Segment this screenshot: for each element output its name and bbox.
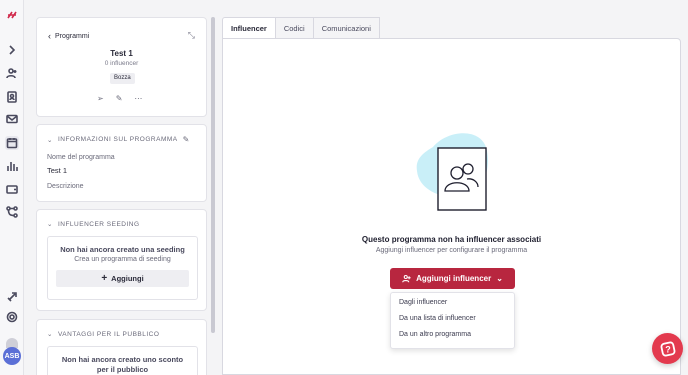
influencer-count: 0 influencer bbox=[104, 60, 139, 67]
add-influencer-button[interactable]: Aggiungi influencer ⌄ bbox=[390, 268, 515, 289]
contacts-icon[interactable] bbox=[5, 90, 19, 104]
seeding-section-card: ⌄ INFLUENCER SEEDING Non hai ancora crea… bbox=[36, 209, 207, 311]
description-field-label: Descrizione bbox=[47, 183, 84, 190]
add-influencer-menu: Dagli influencer Da una lista di influen… bbox=[390, 292, 515, 349]
benefits-section-card: ⌄ VANTAGGI PER IL PUBBLICO Non hai ancor… bbox=[36, 319, 207, 375]
add-seeding-button[interactable]: + Aggiungi bbox=[56, 270, 189, 287]
send-icon[interactable]: ➢ bbox=[97, 94, 104, 103]
chevron-right-icon[interactable] bbox=[5, 43, 19, 57]
benefits-section-title: VANTAGGI PER IL PUBBLICO bbox=[57, 330, 160, 338]
edit-icon[interactable]: ✎ bbox=[183, 135, 190, 144]
add-seeding-label: Aggiungi bbox=[111, 274, 144, 283]
chevron-down-icon: ⌄ bbox=[47, 136, 53, 144]
seeding-section-title: INFLUENCER SEEDING bbox=[57, 220, 140, 228]
empty-state-subtitle: Aggiungi influencer per configurare il p… bbox=[375, 247, 528, 254]
wallet-icon[interactable] bbox=[5, 182, 19, 196]
seeding-empty-title: Non hai ancora creato una seeding bbox=[60, 245, 185, 254]
left-navigation-rail: ASB bbox=[0, 0, 24, 375]
name-field-label: Nome del programma bbox=[47, 154, 115, 161]
influencer-panel: Questo programma non ha influencer assoc… bbox=[222, 38, 681, 375]
menu-item-da-lista[interactable]: Da una lista di influencer bbox=[399, 315, 476, 322]
program-actions: ➢ ✎ ⋯ bbox=[97, 94, 142, 103]
program-tabs: Influencer Codici Comunicazioni bbox=[222, 17, 380, 39]
chevron-left-icon: ‹ bbox=[48, 31, 51, 41]
menu-item-dagli-influencer[interactable]: Dagli influencer bbox=[399, 299, 447, 306]
info-section-title: INFORMAZIONI SUL PROGRAMMA bbox=[57, 136, 178, 143]
seeding-empty-subtitle: Crea un programma di seeding bbox=[74, 256, 171, 263]
back-label: Programmi bbox=[55, 32, 90, 40]
help-button[interactable]: ? bbox=[652, 333, 683, 364]
back-link[interactable]: ‹ Programmi bbox=[48, 31, 89, 41]
program-summary-card: ‹ Programmi ⤡ Test 1 0 influencer Bozza … bbox=[36, 17, 207, 117]
logo-icon[interactable] bbox=[5, 8, 19, 22]
seeding-empty-state: Non hai ancora creato una seeding Crea u… bbox=[47, 236, 198, 300]
benefits-section-header[interactable]: ⌄ VANTAGGI PER IL PUBBLICO bbox=[47, 330, 160, 339]
chevron-down-icon: ⌄ bbox=[496, 274, 503, 283]
analytics-icon[interactable] bbox=[5, 159, 19, 173]
plus-icon: + bbox=[101, 273, 108, 284]
program-sidebar: ‹ Programmi ⤡ Test 1 0 influencer Bozza … bbox=[36, 17, 207, 375]
benefits-empty-state: Non hai ancora creato uno sconto per il … bbox=[47, 346, 198, 375]
tab-codici[interactable]: Codici bbox=[274, 17, 314, 39]
program-name: Test 1 bbox=[110, 49, 133, 58]
sidebar-scrollbar[interactable] bbox=[211, 17, 215, 333]
status-badge: Bozza bbox=[110, 73, 135, 84]
mail-icon[interactable] bbox=[5, 112, 19, 126]
svg-text:?: ? bbox=[665, 344, 671, 354]
collapse-icon[interactable]: ⤡ bbox=[188, 30, 195, 41]
benefits-empty-title: Non hai ancora creato uno sconto per il … bbox=[61, 355, 184, 374]
users-icon[interactable] bbox=[5, 66, 19, 80]
menu-item-da-programma[interactable]: Da un altro programma bbox=[399, 331, 471, 338]
info-section-card: ⌄ INFORMAZIONI SUL PROGRAMMA ✎ Nome del … bbox=[36, 124, 207, 202]
add-user-icon bbox=[402, 274, 411, 283]
avatar[interactable]: ASB bbox=[3, 347, 21, 365]
chevron-down-icon: ⌄ bbox=[47, 331, 53, 338]
settings-icon[interactable] bbox=[5, 310, 19, 324]
empty-state-title: Questo programma non ha influencer assoc… bbox=[361, 235, 542, 244]
calendar-icon[interactable] bbox=[5, 136, 19, 150]
edit-icon[interactable]: ✎ bbox=[116, 94, 123, 103]
avatar-initials: ASB bbox=[4, 352, 20, 360]
chevron-down-icon: ⌄ bbox=[47, 221, 53, 228]
more-icon[interactable]: ⋯ bbox=[134, 94, 142, 103]
rocket-icon[interactable] bbox=[5, 290, 19, 304]
name-field-value: Test 1 bbox=[47, 166, 68, 175]
workflow-icon[interactable] bbox=[5, 205, 19, 219]
tab-comunicazioni[interactable]: Comunicazioni bbox=[312, 17, 380, 39]
add-influencer-label: Aggiungi influencer bbox=[416, 274, 492, 283]
help-icon: ? bbox=[660, 341, 675, 356]
seeding-section-header[interactable]: ⌄ INFLUENCER SEEDING bbox=[47, 220, 140, 229]
tab-influencer[interactable]: Influencer bbox=[222, 17, 276, 39]
empty-influencers-illustration bbox=[416, 133, 489, 211]
info-section-header[interactable]: ⌄ INFORMAZIONI SUL PROGRAMMA ✎ bbox=[47, 135, 190, 144]
